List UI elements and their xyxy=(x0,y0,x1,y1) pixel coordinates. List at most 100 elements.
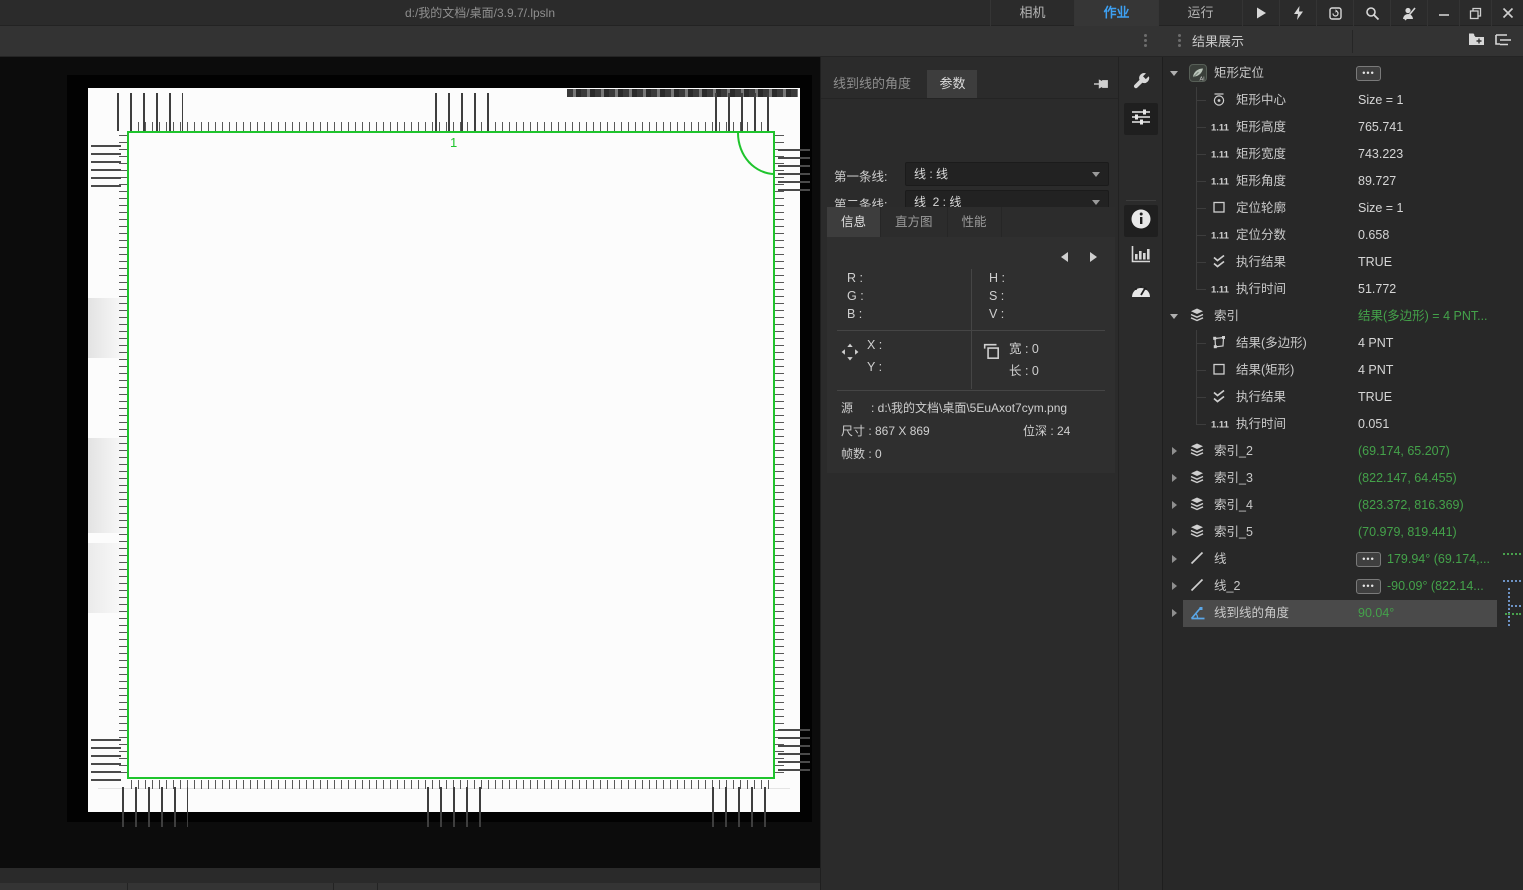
settings-sliders-button[interactable] xyxy=(1124,103,1158,135)
tree-row-索引_4[interactable]: 索引_4(823.372, 816.369) xyxy=(1163,492,1523,519)
line-icon xyxy=(1189,550,1207,568)
tree-row-value: 0.658 xyxy=(1358,222,1389,249)
tree-row-label: 线_2 xyxy=(1214,573,1240,600)
caliper-decoration-blue-vertical xyxy=(1508,588,1510,626)
caliper-decoration-green-short xyxy=(1505,613,1521,615)
tree-row-value: 90.04° xyxy=(1358,600,1394,627)
search-button[interactable] xyxy=(1353,0,1390,26)
more-options-button[interactable]: ••• xyxy=(1356,66,1381,81)
tree-row-矩形定位[interactable]: AI矩形定位••• xyxy=(1163,60,1523,87)
expand-arrow-icon[interactable] xyxy=(1172,501,1177,509)
tree-guide-stub xyxy=(1197,208,1206,209)
user-mute-button[interactable] xyxy=(1390,0,1427,26)
tree-row-线到线的角度[interactable]: 线到线的角度90.04° xyxy=(1163,600,1523,627)
pin-icon[interactable] xyxy=(1093,76,1109,97)
parameter-panel: 线到线的角度 参数 第一条线: 线 : 线 第二条线: 线_2 : 线 角度范围… xyxy=(820,57,1118,890)
tree-row-value: 0.051 xyxy=(1358,411,1389,438)
flash-button[interactable] xyxy=(1279,0,1316,26)
tree-row-矩形宽度[interactable]: 1.11矩形宽度743.223 xyxy=(1163,141,1523,168)
tree-row-结果(多边形)[interactable]: 结果(多边形)4 PNT xyxy=(1163,330,1523,357)
toolbar-divider xyxy=(1352,30,1353,53)
tab-info[interactable]: 信息 xyxy=(827,207,881,237)
tree-row-value: (822.147, 64.455) xyxy=(1358,465,1457,492)
tree-row-value: 4 PNT xyxy=(1358,330,1393,357)
tree-guide-stub xyxy=(1197,397,1206,398)
collapse-arrow-icon[interactable] xyxy=(1170,314,1178,319)
lead-group xyxy=(715,93,773,131)
menu-tab-job[interactable]: 作业 xyxy=(1074,0,1158,26)
play-button[interactable] xyxy=(1242,0,1279,26)
titlebar: d:/我的文档/桌面/3.9.7/.lpsln 相机 作业 运行 xyxy=(0,0,1523,26)
tree-row-矩形中心[interactable]: 矩形中心Size = 1 xyxy=(1163,87,1523,114)
tab-line-to-line-angle[interactable]: 线到线的角度 xyxy=(821,70,923,98)
more-options-button[interactable]: ••• xyxy=(1356,579,1381,594)
histogram-button[interactable] xyxy=(1124,240,1158,272)
close-button[interactable] xyxy=(1491,0,1523,26)
tree-row-value: (823.372, 816.369) xyxy=(1358,492,1464,519)
layers-icon xyxy=(1189,469,1207,487)
tree-row-矩形角度[interactable]: 1.11矩形角度89.727 xyxy=(1163,168,1523,195)
tab-performance[interactable]: 性能 xyxy=(948,207,1002,237)
expand-arrow-icon[interactable] xyxy=(1172,528,1177,536)
expand-arrow-icon[interactable] xyxy=(1172,582,1177,590)
menu-tab-camera[interactable]: 相机 xyxy=(990,0,1074,26)
tree-row-索引[interactable]: 索引结果(多边形) = 4 PNT... xyxy=(1163,303,1523,330)
tree-row-value: (69.174, 65.207) xyxy=(1358,438,1450,465)
tab-histogram[interactable]: 直方图 xyxy=(881,207,948,237)
results-toolbar: 结果展示 xyxy=(0,26,1523,57)
add-folder-button[interactable] xyxy=(1466,32,1488,52)
caliper-decoration-green xyxy=(1503,553,1521,555)
tools-button[interactable] xyxy=(1124,67,1158,99)
tree-row-label: 执行结果 xyxy=(1236,384,1286,411)
tree-row-线_2[interactable]: 线_2•••-90.09° (822.14... xyxy=(1163,573,1523,600)
performance-button[interactable] xyxy=(1124,275,1158,307)
tree-row-执行结果[interactable]: 执行结果TRUE xyxy=(1163,384,1523,411)
tree-row-执行时间[interactable]: 1.11执行时间51.772 xyxy=(1163,276,1523,303)
pad-ticks-right xyxy=(775,135,784,775)
expand-arrow-icon[interactable] xyxy=(1172,555,1177,563)
y-value: Y : xyxy=(867,360,882,374)
strip-divider xyxy=(1126,200,1156,201)
save-device-icon xyxy=(1328,6,1343,21)
check-icon xyxy=(1211,253,1229,271)
save-device-button[interactable] xyxy=(1316,0,1353,26)
tree-guide-stub xyxy=(1197,181,1206,182)
poly-icon xyxy=(1211,334,1229,352)
collapse-arrow-icon[interactable] xyxy=(1170,71,1178,76)
menu-tab-run[interactable]: 运行 xyxy=(1158,0,1242,26)
tree-row-索引_2[interactable]: 索引_2(69.174, 65.207) xyxy=(1163,438,1523,465)
tree-row-执行结果[interactable]: 执行结果TRUE xyxy=(1163,249,1523,276)
restore-button[interactable] xyxy=(1459,0,1491,26)
tree-row-索引_5[interactable]: 索引_5(70.979, 819.441) xyxy=(1163,519,1523,546)
tree-guide-stub xyxy=(1197,154,1206,155)
image-canvas[interactable]: 1 xyxy=(0,57,820,890)
prev-arrow-icon[interactable] xyxy=(1061,252,1068,262)
expand-arrow-icon[interactable] xyxy=(1172,474,1177,482)
tree-row-value: Size = 1 xyxy=(1358,195,1404,222)
play-icon xyxy=(1254,6,1268,20)
first-line-select[interactable]: 线 : 线 xyxy=(905,162,1109,186)
tree-row-矩形高度[interactable]: 1.11矩形高度765.741 xyxy=(1163,114,1523,141)
more-options-button[interactable]: ••• xyxy=(1356,552,1381,567)
info-button[interactable] xyxy=(1124,205,1158,237)
tree-row-执行时间[interactable]: 1.11执行时间0.051 xyxy=(1163,411,1523,438)
minimize-button[interactable] xyxy=(1427,0,1459,26)
index-marker-label: 1 xyxy=(450,135,457,150)
splitter-grip[interactable] xyxy=(1178,34,1181,49)
tree-row-索引_3[interactable]: 索引_3(822.147, 64.455) xyxy=(1163,465,1523,492)
tree-list-button[interactable] xyxy=(1492,32,1514,52)
lead-group xyxy=(122,787,188,827)
tree-row-定位轮廓[interactable]: 定位轮廓Size = 1 xyxy=(1163,195,1523,222)
tree-guide-stub xyxy=(1197,370,1206,371)
tree-row-线[interactable]: 线•••179.94° (69.174,... xyxy=(1163,546,1523,573)
expand-arrow-icon[interactable] xyxy=(1172,447,1177,455)
lead-group xyxy=(91,145,121,187)
expand-arrow-icon[interactable] xyxy=(1172,609,1177,617)
h-value: H : xyxy=(989,271,1005,285)
tree-row-定位分数[interactable]: 1.11定位分数0.658 xyxy=(1163,222,1523,249)
tab-parameters[interactable]: 参数 xyxy=(927,70,977,98)
next-arrow-icon[interactable] xyxy=(1090,252,1097,262)
splitter-grip[interactable] xyxy=(1144,34,1147,49)
tree-row-结果(矩形)[interactable]: 结果(矩形)4 PNT xyxy=(1163,357,1523,384)
check-icon xyxy=(1211,388,1229,406)
